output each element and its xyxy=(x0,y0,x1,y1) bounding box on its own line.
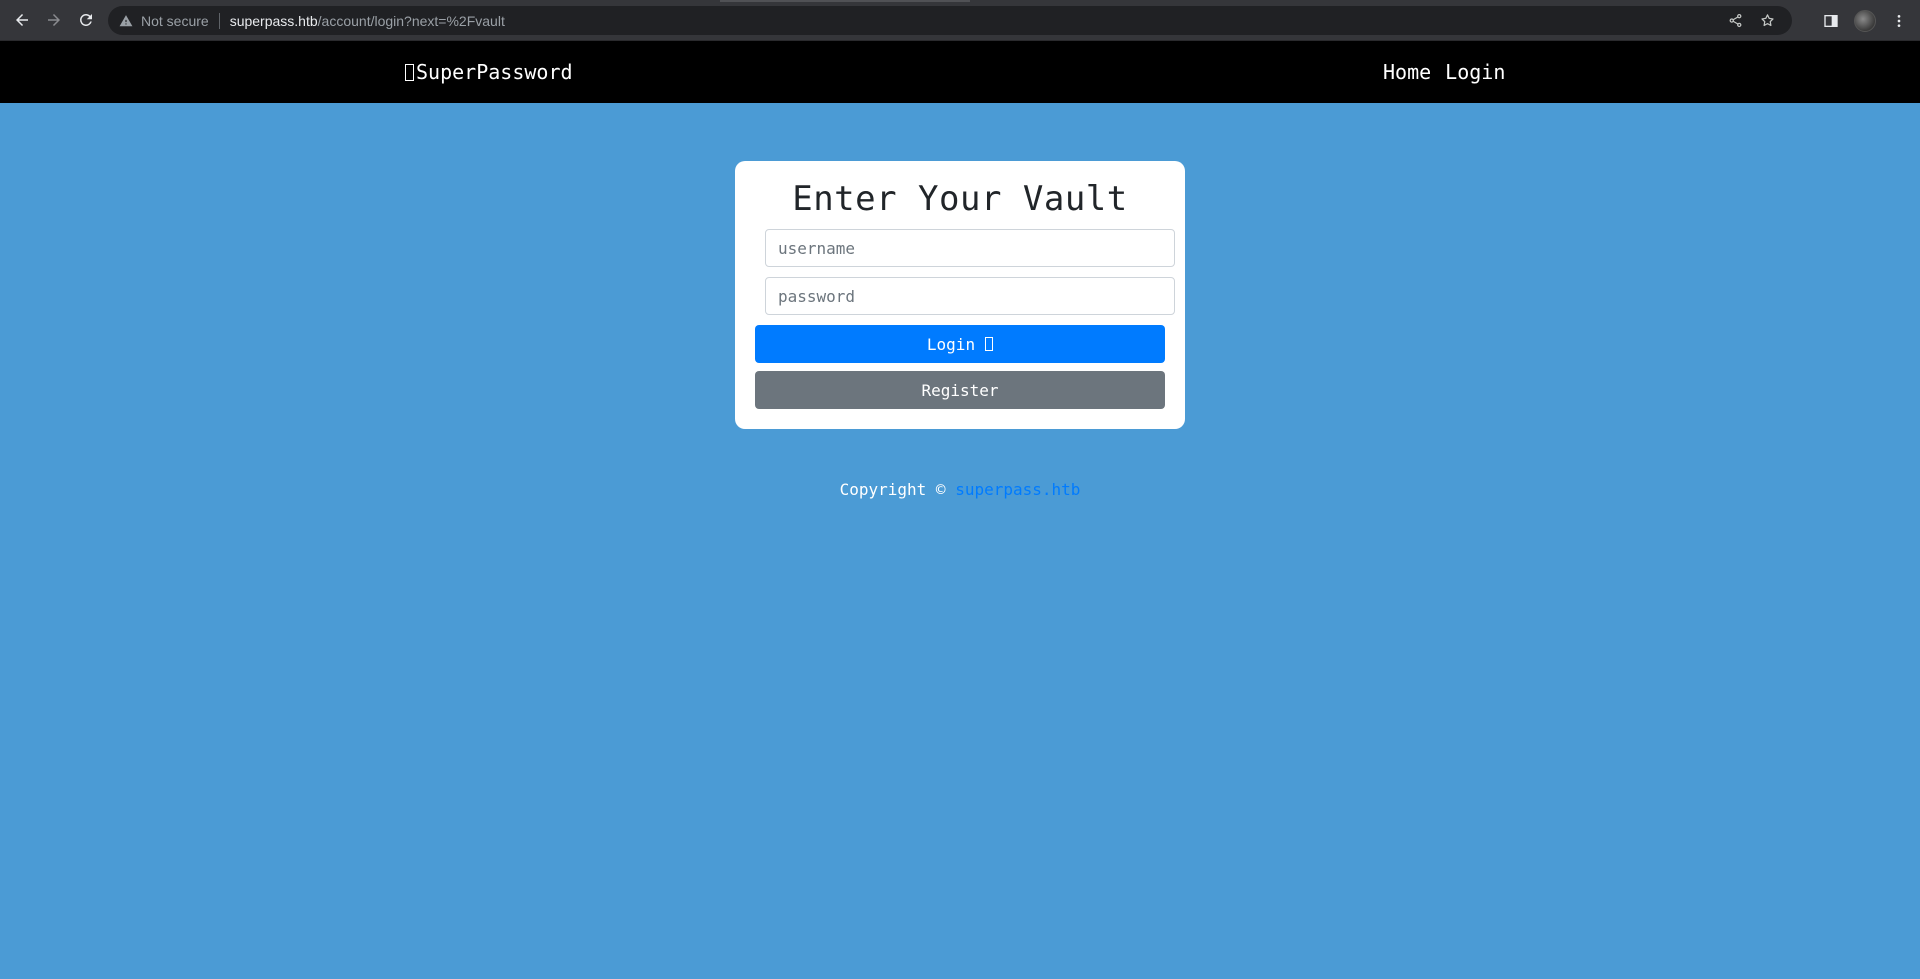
page-title: Enter Your Vault xyxy=(792,179,1128,219)
username-input[interactable] xyxy=(765,229,1175,267)
side-panel-icon[interactable] xyxy=(1820,10,1842,32)
site-navbar: SuperPassword Home Login xyxy=(0,41,1920,103)
login-button[interactable]: Login xyxy=(755,325,1165,363)
nav-link-home[interactable]: Home xyxy=(1383,60,1431,84)
footer: Copyright © superpass.htb xyxy=(0,480,1920,499)
forward-button[interactable] xyxy=(40,6,68,34)
back-button[interactable] xyxy=(8,6,36,34)
kebab-menu-icon[interactable] xyxy=(1888,10,1910,32)
reload-icon xyxy=(80,13,92,26)
brand-link[interactable]: SuperPassword xyxy=(405,41,573,103)
nav-link-login[interactable]: Login xyxy=(1445,60,1505,84)
missing-glyph-icon xyxy=(985,337,994,351)
login-card: Enter Your Vault Login Register xyxy=(735,161,1185,429)
login-button-label: Login xyxy=(926,334,976,354)
omnibox-divider xyxy=(218,12,220,29)
browser-actions xyxy=(1820,6,1910,35)
share-icon[interactable] xyxy=(1724,10,1746,32)
footer-site-link[interactable]: superpass.htb xyxy=(955,480,1080,499)
reload-button[interactable] xyxy=(72,6,100,34)
url-path[interactable]: /account/login?next=%2Fvault xyxy=(318,13,505,29)
brand-name: SuperPassword xyxy=(416,60,573,84)
tab-strip-edge xyxy=(720,0,970,2)
browser-toolbar: Not secure superpass.htb/account/login?n… xyxy=(0,0,1920,41)
address-bar[interactable]: Not secure superpass.htb/account/login?n… xyxy=(108,6,1792,35)
copyright-text: Copyright © xyxy=(839,480,946,499)
missing-glyph-icon xyxy=(405,63,414,81)
omnibox-actions xyxy=(1724,6,1778,35)
arrow-left-icon xyxy=(16,14,28,26)
star-icon[interactable] xyxy=(1756,10,1778,32)
register-button[interactable]: Register xyxy=(755,371,1165,409)
password-input[interactable] xyxy=(765,277,1175,315)
nav-links: Home Login xyxy=(1383,41,1505,103)
arrow-right-icon xyxy=(48,14,60,26)
profile-avatar[interactable] xyxy=(1854,9,1876,32)
register-button-label: Register xyxy=(921,380,999,400)
security-status[interactable]: Not secure xyxy=(141,13,209,29)
warning-icon[interactable] xyxy=(119,14,133,28)
url-host[interactable]: superpass.htb xyxy=(230,13,318,29)
